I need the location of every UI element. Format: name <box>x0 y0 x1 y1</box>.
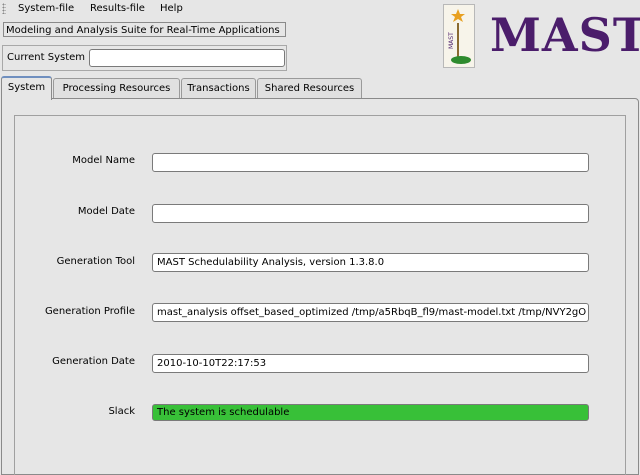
generation-date-label: Generation Date <box>52 356 135 367</box>
menubar-grip-icon[interactable] <box>2 3 6 14</box>
system-tab-panel: Model Name Model Date Generation Tool MA… <box>1 98 639 475</box>
system-form-panel: Model Name Model Date Generation Tool MA… <box>14 115 626 475</box>
current-system-field[interactable] <box>89 49 285 67</box>
generation-date-field[interactable]: 2010-10-10T22:17:53 <box>152 354 589 373</box>
generation-tool-field[interactable]: MAST Schedulability Analysis, version 1.… <box>152 253 589 272</box>
menu-system-file[interactable]: System-file <box>16 0 76 17</box>
generation-profile-label: Generation Profile <box>44 306 135 317</box>
tab-system[interactable]: System <box>1 76 52 100</box>
generation-tool-label: Generation Tool <box>56 256 135 267</box>
mast-logo-text: MAST <box>490 8 640 62</box>
tab-processing-resources[interactable]: Processing Resources <box>53 78 180 98</box>
svg-text:MAST: MAST <box>448 32 455 49</box>
model-name-label: Model Name <box>72 155 135 166</box>
menu-bar: System-file Results-file Help <box>0 0 292 17</box>
mast-logo-icon: MAST <box>443 4 475 68</box>
menu-help[interactable]: Help <box>158 0 185 17</box>
tab-transactions[interactable]: Transactions <box>181 78 256 98</box>
tab-shared-resources[interactable]: Shared Resources <box>257 78 362 98</box>
menu-results-file[interactable]: Results-file <box>88 0 147 17</box>
model-date-field[interactable] <box>152 204 589 223</box>
current-system-label: Current System <box>7 52 86 63</box>
slack-label: Slack <box>108 406 135 417</box>
model-name-field[interactable] <box>152 153 589 172</box>
current-system-panel: Current System <box>2 45 287 71</box>
model-date-label: Model Date <box>77 206 135 217</box>
slack-status-field: The system is schedulable <box>152 404 589 421</box>
app-subtitle: Modeling and Analysis Suite for Real-Tim… <box>3 22 286 37</box>
generation-profile-field[interactable]: mast_analysis offset_based_optimized /tm… <box>152 303 589 322</box>
